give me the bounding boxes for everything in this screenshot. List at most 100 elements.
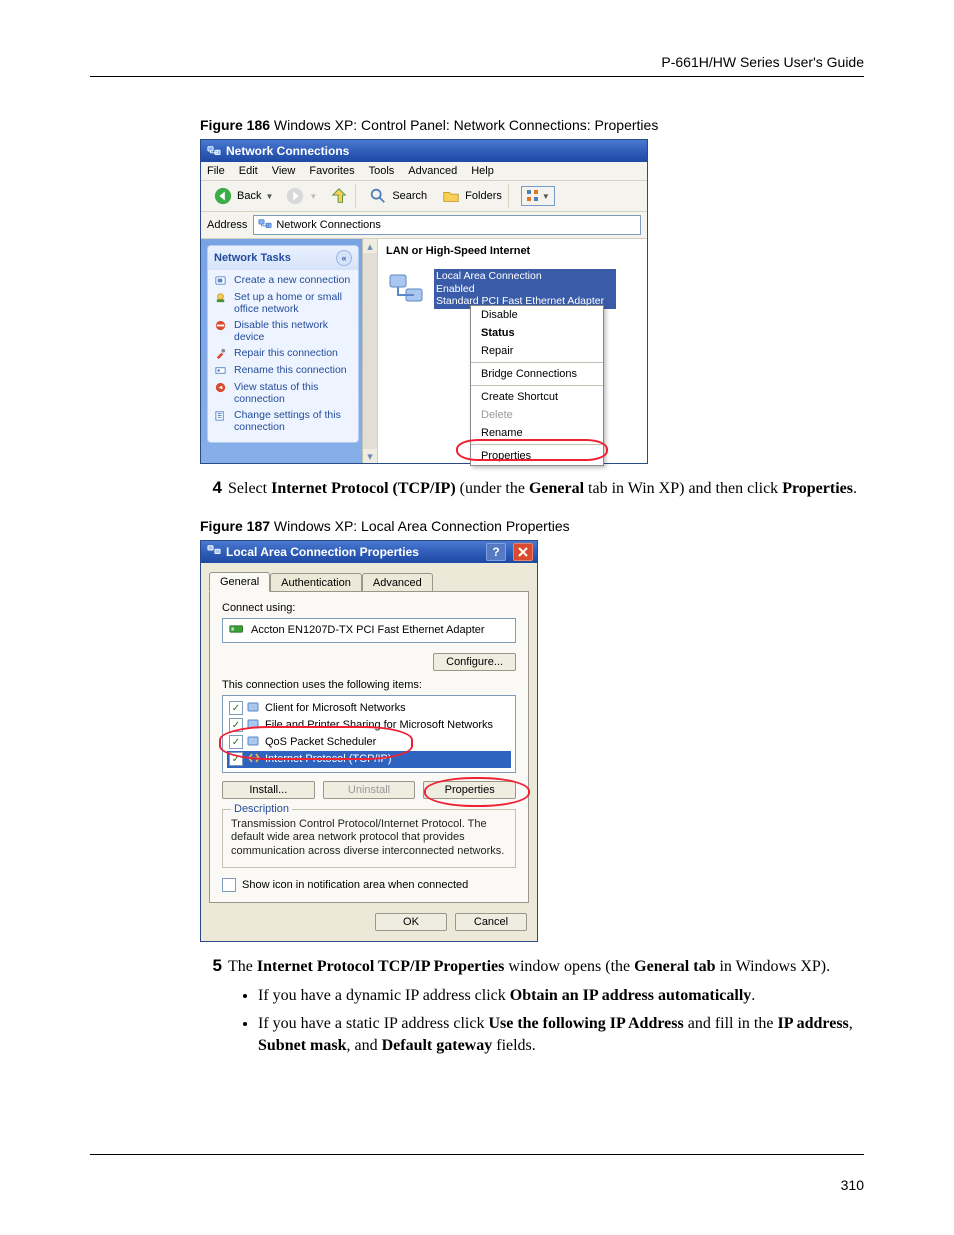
task-create-connection[interactable]: Create a new connection — [208, 272, 358, 289]
task-label: Change settings of this connection — [234, 409, 352, 433]
footer-rule — [90, 1154, 864, 1155]
menu-file[interactable]: File — [207, 165, 225, 177]
ctx-repair[interactable]: Repair — [471, 342, 603, 360]
ctx-disable[interactable]: Disable — [471, 306, 603, 324]
address-net-icon — [258, 217, 272, 234]
t: and fill in the — [684, 1015, 778, 1032]
ctx-separator — [471, 444, 603, 445]
help-button[interactable]: ? — [486, 543, 506, 561]
ctx-shortcut[interactable]: Create Shortcut — [471, 388, 603, 406]
item-file-printer-sharing[interactable]: ✓ File and Printer Sharing for Microsoft… — [227, 717, 511, 734]
menu-favorites[interactable]: Favorites — [309, 165, 354, 177]
cancel-button[interactable]: Cancel — [455, 913, 527, 931]
task-label: View status of this connection — [234, 381, 352, 405]
t: window opens (the — [504, 958, 634, 975]
task-rename[interactable]: Rename this connection — [208, 362, 358, 379]
ctx-delete: Delete — [471, 406, 603, 424]
collapse-icon[interactable]: « — [336, 250, 352, 266]
component-icon — [247, 735, 261, 750]
connection-items-list[interactable]: ✓ Client for Microsoft Networks ✓ File a… — [222, 695, 516, 773]
nc-toolbar: Back ▼ ▼ Search — [201, 181, 647, 212]
t: in Windows XP). — [715, 958, 830, 975]
task-setup-network[interactable]: Set up a home or small office network — [208, 289, 358, 317]
lac-properties-dialog: Local Area Connection Properties ? Gener… — [200, 540, 538, 942]
menu-view[interactable]: View — [272, 165, 296, 177]
back-dropdown-icon[interactable]: ▼ — [265, 192, 273, 201]
network-tasks-header[interactable]: Network Tasks « — [208, 246, 358, 270]
close-button[interactable] — [513, 543, 533, 561]
ctx-bridge[interactable]: Bridge Connections — [471, 365, 603, 383]
menu-edit[interactable]: Edit — [239, 165, 258, 177]
figure-186-caption-prefix: Figure 186 — [200, 117, 270, 133]
nic-icon — [229, 623, 245, 638]
network-tasks-title: Network Tasks — [214, 252, 291, 264]
ok-button[interactable]: OK — [375, 913, 447, 931]
step-5-bullets: If you have a dynamic IP address click O… — [258, 985, 864, 1056]
checkbox-icon[interactable]: ✓ — [229, 735, 243, 749]
item-client-ms-networks[interactable]: ✓ Client for Microsoft Networks — [227, 700, 511, 717]
task-repair[interactable]: Repair this connection — [208, 345, 358, 362]
back-icon[interactable] — [213, 186, 233, 206]
lan-icon — [207, 543, 221, 560]
t: . — [751, 987, 755, 1004]
tab-authentication[interactable]: Authentication — [270, 573, 362, 592]
menu-advanced[interactable]: Advanced — [408, 165, 457, 177]
lac-titlebar[interactable]: Local Area Connection Properties ? — [201, 541, 537, 563]
address-input[interactable]: Network Connections — [253, 215, 641, 235]
lan-connection-icon — [386, 269, 426, 309]
task-label: Set up a home or small office network — [234, 291, 352, 315]
checkbox-icon[interactable]: ✓ — [229, 752, 243, 766]
network-connections-window: Network Connections File Edit View Favor… — [200, 139, 648, 464]
install-button[interactable]: Install... — [222, 781, 315, 799]
scroll-down-icon[interactable]: ▾ — [363, 449, 377, 463]
local-area-connection-item[interactable]: Local Area Connection Enabled Standard P… — [386, 269, 639, 309]
ctx-status[interactable]: Status — [471, 324, 603, 342]
tab-general[interactable]: General — [209, 572, 270, 592]
item-tcpip[interactable]: ✓ Internet Protocol (TCP/IP) — [227, 751, 511, 768]
nc-body: Network Tasks « Create a new connection … — [201, 239, 647, 463]
views-button[interactable]: ▼ — [521, 186, 555, 206]
folders-icon[interactable] — [441, 186, 461, 206]
ctx-properties[interactable]: Properties — [471, 447, 603, 465]
forward-dropdown-icon[interactable]: ▼ — [309, 192, 317, 201]
step-4: 4 Select Internet Protocol (TCP/IP) (und… — [200, 478, 864, 500]
t: Internet Protocol TCP/IP Properties — [257, 958, 505, 975]
connection-name: Local Area Connection — [436, 270, 614, 283]
checkbox-icon[interactable]: ✓ — [229, 701, 243, 715]
task-label: Create a new connection — [234, 274, 350, 286]
checkbox-icon[interactable]: ✓ — [229, 718, 243, 732]
ctx-separator — [471, 362, 603, 363]
checkbox-icon[interactable]: ✓ — [222, 878, 236, 892]
task-view-status[interactable]: View status of this connection — [208, 379, 358, 407]
back-label[interactable]: Back — [237, 190, 261, 202]
rename-icon — [214, 364, 228, 377]
step-5: 5 The Internet Protocol TCP/IP Propertie… — [200, 956, 864, 978]
tab-advanced[interactable]: Advanced — [362, 573, 433, 592]
ctx-rename[interactable]: Rename — [471, 424, 603, 442]
network-tasks-list: Create a new connection Set up a home or… — [208, 270, 358, 442]
menu-tools[interactable]: Tools — [369, 165, 395, 177]
connect-using-label: Connect using: — [222, 602, 516, 614]
component-icon — [247, 718, 261, 733]
configure-button[interactable]: Configure... — [433, 653, 516, 671]
nc-titlebar[interactable]: Network Connections — [201, 140, 647, 162]
figure-186-caption-text: Windows XP: Control Panel: Network Conne… — [270, 117, 658, 133]
folders-label[interactable]: Folders — [465, 190, 502, 202]
task-disable-device[interactable]: Disable this network device — [208, 317, 358, 345]
search-label[interactable]: Search — [392, 190, 427, 202]
show-icon-row[interactable]: ✓ Show icon in notification area when co… — [222, 878, 516, 892]
sidepanel-scrollbar[interactable]: ▴ ▾ — [362, 239, 377, 463]
t: (under the — [456, 480, 529, 497]
task-change-settings[interactable]: Change settings of this connection — [208, 407, 358, 435]
menu-help[interactable]: Help — [471, 165, 494, 177]
component-icon — [247, 701, 261, 716]
step-4-number: 4 — [200, 478, 222, 498]
adapter-box[interactable]: Accton EN1207D-TX PCI Fast Ethernet Adap… — [222, 618, 516, 643]
lac-footer: OK Cancel — [201, 903, 537, 933]
up-icon[interactable] — [329, 186, 349, 206]
properties-button[interactable]: Properties — [423, 781, 516, 799]
search-icon[interactable] — [368, 186, 388, 206]
scroll-up-icon[interactable]: ▴ — [363, 239, 377, 253]
item-qos-scheduler[interactable]: ✓ QoS Packet Scheduler — [227, 734, 511, 751]
forward-icon[interactable] — [285, 186, 305, 206]
